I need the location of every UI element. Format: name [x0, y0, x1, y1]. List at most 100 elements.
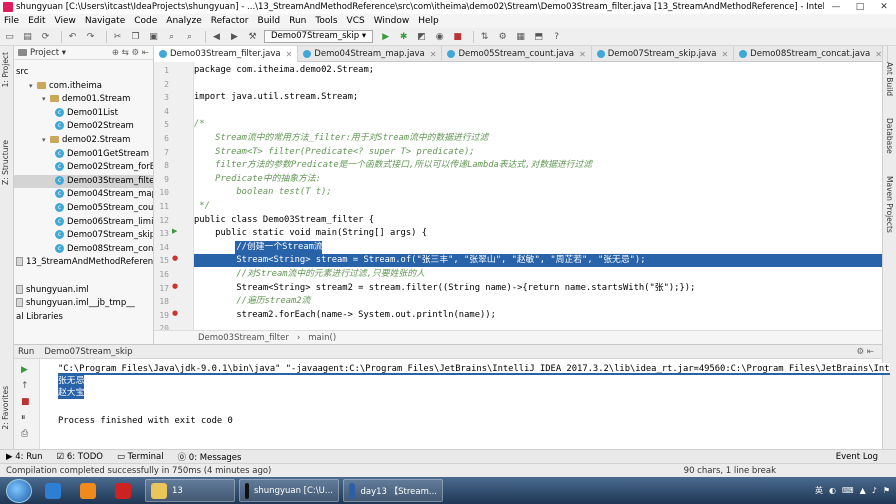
ant-build-tab[interactable]: Ant Build [885, 62, 894, 96]
tree-item[interactable]: c Demo07Stream_skip [14, 229, 153, 242]
editor-tab[interactable]: Demo08Stream_concat.java ✕ [734, 46, 888, 62]
tree-item[interactable] [14, 270, 16, 283]
database-tab[interactable]: Database [885, 118, 894, 154]
open-folder-icon[interactable]: ▭ [3, 30, 16, 43]
find-icon[interactable]: ⌕ [165, 30, 178, 43]
taskbar-item[interactable]: 13 [145, 479, 235, 502]
tree-item[interactable]: c Demo01List [14, 107, 118, 120]
tree-item[interactable]: cDemo02Stream_forEach [14, 161, 153, 174]
expand-arrow-icon[interactable]: ▾ [42, 134, 50, 147]
tool-tab-terminal[interactable]: ▭ Terminal [117, 452, 164, 462]
rerun-icon[interactable]: ▶ [21, 365, 28, 375]
taskbar-item[interactable] [110, 479, 141, 502]
expand-arrow-icon[interactable]: ▾ [42, 93, 50, 106]
menu-vcs[interactable]: VCS [347, 16, 365, 26]
taskbar-item[interactable]: shungyuan [C:\U... [239, 479, 339, 502]
scroll-up-icon[interactable]: ↑ [21, 381, 29, 391]
panel-settings-icon[interactable]: ⚙ ⇤ [857, 347, 874, 357]
menu-navigate[interactable]: Navigate [85, 16, 125, 26]
tool-tab-todo[interactable]: ☑ 6: TODO [57, 452, 103, 462]
help-icon[interactable]: ? [550, 30, 563, 43]
tree-item[interactable]: src [14, 66, 28, 79]
copy-icon[interactable]: ❐ [129, 30, 142, 43]
tray-icon[interactable]: 英 [815, 485, 823, 496]
tree-item[interactable]: ▾ demo02.Stream [14, 134, 130, 147]
project-structure-icon[interactable]: ▦ [514, 30, 527, 43]
run-configuration-select[interactable]: Demo07Stream_skip ▾ [264, 30, 374, 43]
event-log-button[interactable]: Event Log [836, 452, 878, 462]
tree-item[interactable]: c Demo03Stream_filter [14, 174, 153, 188]
debug-icon[interactable]: ✱ [397, 30, 410, 43]
taskbar-item[interactable] [40, 479, 71, 502]
editor-tab[interactable]: Demo03Stream_filter.java ✕ [154, 46, 299, 62]
structure-tool-tab[interactable]: Z: Structure [1, 140, 10, 185]
lambda-gutter-icon[interactable]: ● [172, 309, 178, 317]
save-all-icon[interactable]: ▤ [21, 30, 34, 43]
editor-tab[interactable]: Demo05Stream_count.java ✕ [442, 46, 592, 62]
tree-item[interactable]: 13_StreamAndMethodReference.iml [14, 256, 153, 269]
tree-item[interactable]: shungyuan.iml__jb_tmp__ [14, 297, 135, 310]
tree-item[interactable]: c Demo06Stream_limit [14, 216, 153, 229]
tree-item[interactable]: c Demo01GetStream [14, 148, 149, 161]
menu-help[interactable]: Help [418, 16, 439, 26]
stop-icon[interactable]: ■ [451, 30, 464, 43]
menu-tools[interactable]: Tools [315, 16, 337, 26]
favorites-tool-tab[interactable]: 2: Favorites [1, 386, 10, 430]
build-icon[interactable]: ⚒ [246, 30, 259, 43]
cut-icon[interactable]: ✂ [111, 30, 124, 43]
tree-item[interactable]: ▾ demo01.Stream [14, 93, 130, 106]
start-button[interactable] [6, 478, 32, 503]
editor-tab[interactable]: Demo07Stream_skip.java ✕ [592, 46, 735, 62]
tree-item[interactable]: al Libraries [14, 311, 63, 324]
undo-icon[interactable]: ↶ [66, 30, 79, 43]
print-icon[interactable]: ⎙ [21, 429, 28, 439]
run-config-tab[interactable]: Demo07Stream_skip [44, 347, 132, 357]
maximize-button[interactable]: □ [848, 0, 872, 14]
sdk-icon[interactable]: ⬒ [532, 30, 545, 43]
tool-tab-messages[interactable]: ⓪ 0: Messages [178, 451, 242, 463]
settings-icon[interactable]: ⚙ [496, 30, 509, 43]
forward-icon[interactable]: ▶ [228, 30, 241, 43]
close-tab-icon[interactable]: ✕ [875, 50, 882, 59]
menu-build[interactable]: Build [258, 16, 281, 26]
close-button[interactable]: ✕ [872, 0, 896, 14]
tray-icon[interactable]: ♪ [872, 486, 877, 495]
vcs-update-icon[interactable]: ⇅ [478, 30, 491, 43]
tree-item[interactable]: ▾ com.itheima [14, 80, 102, 93]
tray-icon[interactable]: ◐ [829, 486, 836, 495]
tray-icon[interactable]: ▲ [860, 486, 866, 495]
menu-view[interactable]: View [55, 16, 76, 26]
coverage-icon[interactable]: ◩ [415, 30, 428, 43]
back-icon[interactable]: ◀ [210, 30, 223, 43]
pause-icon[interactable]: ⏸ [21, 413, 26, 423]
tree-item[interactable]: c Demo02Stream [14, 120, 134, 133]
profile-icon[interactable]: ◉ [433, 30, 446, 43]
expand-arrow-icon[interactable]: ▾ [29, 80, 37, 93]
tree-item[interactable]: c Demo04Stream_map [14, 188, 153, 201]
tool-tab-run[interactable]: ▶ 4: Run [6, 452, 43, 462]
menu-file[interactable]: File [4, 16, 19, 26]
redo-icon[interactable]: ↷ [84, 30, 97, 43]
panel-settings-icon[interactable]: ⊕ ⇆ ⚙ ⇤ [112, 48, 149, 58]
close-tab-icon[interactable]: ✕ [721, 50, 728, 59]
breadcrumb-method[interactable]: main() [308, 333, 336, 343]
menu-edit[interactable]: Edit [28, 16, 45, 26]
maven-projects-tab[interactable]: Maven Projects [885, 176, 894, 233]
tree-item[interactable]: c Demo05Stream_count [14, 202, 153, 215]
breadcrumb-class[interactable]: Demo03Stream_filter [198, 333, 289, 343]
project-view-select[interactable]: Project ▾ [30, 48, 66, 58]
tree-item[interactable]: cDemo08Stream_concat [14, 243, 153, 256]
menu-run[interactable]: Run [289, 16, 306, 26]
taskbar-item[interactable]: day13 【Stream... [343, 479, 443, 502]
project-tool-tab[interactable]: 1: Project [1, 52, 10, 87]
close-tab-icon[interactable]: ✕ [579, 50, 586, 59]
tray-icon[interactable]: ⌨ [842, 486, 854, 495]
tree-item[interactable]: shungyuan.iml [14, 284, 89, 297]
lambda-gutter-icon[interactable]: ● [172, 254, 178, 262]
replace-icon[interactable]: ⌕ [183, 30, 196, 43]
console-output[interactable]: "C:\Program Files\Java\jdk-9.0.1\bin\jav… [40, 359, 890, 450]
menu-refactor[interactable]: Refactor [211, 16, 249, 26]
paste-icon[interactable]: ▣ [147, 30, 160, 43]
run-gutter-icon[interactable]: ▶ [172, 227, 177, 235]
minimize-button[interactable]: — [824, 0, 848, 14]
